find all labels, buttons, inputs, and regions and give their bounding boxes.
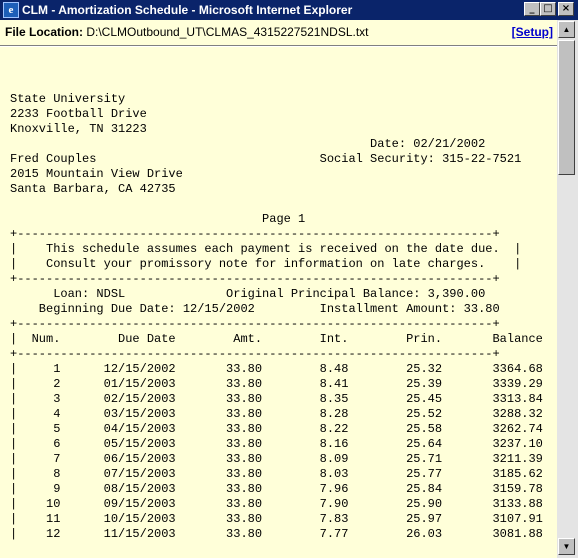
document-line: | 11 10/15/2003 33.80 7.83 25.97 3107.91… xyxy=(10,512,565,526)
title-bar: e CLM - Amortization Schedule - Microsof… xyxy=(0,0,578,20)
document-line: | Consult your promissory note for infor… xyxy=(10,257,522,271)
document-line: | This schedule assumes each payment is … xyxy=(10,242,522,256)
document-line: | 12 11/15/2003 33.80 7.77 26.03 3081.88… xyxy=(10,527,565,541)
maximize-button[interactable]: □ xyxy=(540,2,556,16)
document-line: +---------------------------------------… xyxy=(10,272,500,286)
document-pane: File Location: D:\CLMOutbound_UT\CLMAS_4… xyxy=(0,20,565,558)
scroll-thumb[interactable] xyxy=(558,40,575,175)
setup-link[interactable]: [Setup] xyxy=(512,25,553,39)
document-line: Loan: NDSL Original Principal Balance: 3… xyxy=(10,287,486,301)
scroll-down-button[interactable]: ▼ xyxy=(558,538,575,555)
document-line: | 7 06/15/2003 33.80 8.09 25.71 3211.39 … xyxy=(10,452,565,466)
document-line: | 10 09/15/2003 33.80 7.90 25.90 3133.88… xyxy=(10,497,565,511)
document-line: +---------------------------------------… xyxy=(10,227,500,241)
file-location: File Location: D:\CLMOutbound_UT\CLMAS_4… xyxy=(5,25,369,39)
document-line: | 6 05/15/2003 33.80 8.16 25.64 3237.10 … xyxy=(10,437,565,451)
minimize-button[interactable]: _ xyxy=(524,2,540,16)
document-line: +---------------------------------------… xyxy=(10,317,500,331)
document-line: Page 1 xyxy=(10,212,306,226)
document-line: 2015 Mountain View Drive xyxy=(10,167,183,181)
document-line: | 8 07/15/2003 33.80 8.03 25.77 3185.62 … xyxy=(10,467,565,481)
document-line: Date: 02/21/2002 xyxy=(10,137,486,151)
document-line: Santa Barbara, CA 42735 xyxy=(10,182,176,196)
document-line: State University xyxy=(10,92,126,106)
document-line: | 2 01/15/2003 33.80 8.41 25.39 3339.29 … xyxy=(10,377,565,391)
document-line: | 5 04/15/2003 33.80 8.22 25.58 3262.74 … xyxy=(10,422,565,436)
header-divider xyxy=(0,45,557,47)
document-line: | 1 12/15/2002 33.80 8.48 25.32 3364.68 … xyxy=(10,362,565,376)
document-line: | 4 03/15/2003 33.80 8.28 25.52 3288.32 … xyxy=(10,407,565,421)
document-line: Knoxville, TN 31223 xyxy=(10,122,147,136)
document-line: | Num. Due Date Amt. Int. Prin. Balance … xyxy=(10,332,565,346)
document-line: | 9 08/15/2003 33.80 7.96 25.84 3159.78 … xyxy=(10,482,565,496)
document-line: +---------------------------------------… xyxy=(10,347,500,361)
vertical-scrollbar[interactable]: ▲ ▼ xyxy=(557,20,578,558)
document-line: Fred Couples Social Security: 315-22-752… xyxy=(10,152,522,166)
scroll-up-button[interactable]: ▲ xyxy=(558,21,575,38)
file-location-path: D:\CLMOutbound_UT\CLMAS_4315227521NDSL.t… xyxy=(86,25,369,39)
document-line: | 3 02/15/2003 33.80 8.35 25.45 3313.84 … xyxy=(10,392,565,406)
file-location-label: File Location: xyxy=(5,25,83,39)
window-title: CLM - Amortization Schedule - Microsoft … xyxy=(22,3,353,17)
amortization-schedule-text: State University 2233 Football Drive Kno… xyxy=(10,92,565,542)
close-button[interactable]: × xyxy=(558,2,574,16)
document-line: Beginning Due Date: 12/15/2002 Installme… xyxy=(10,302,500,316)
document-line: 2233 Football Drive xyxy=(10,107,147,121)
ie-icon: e xyxy=(3,2,19,18)
